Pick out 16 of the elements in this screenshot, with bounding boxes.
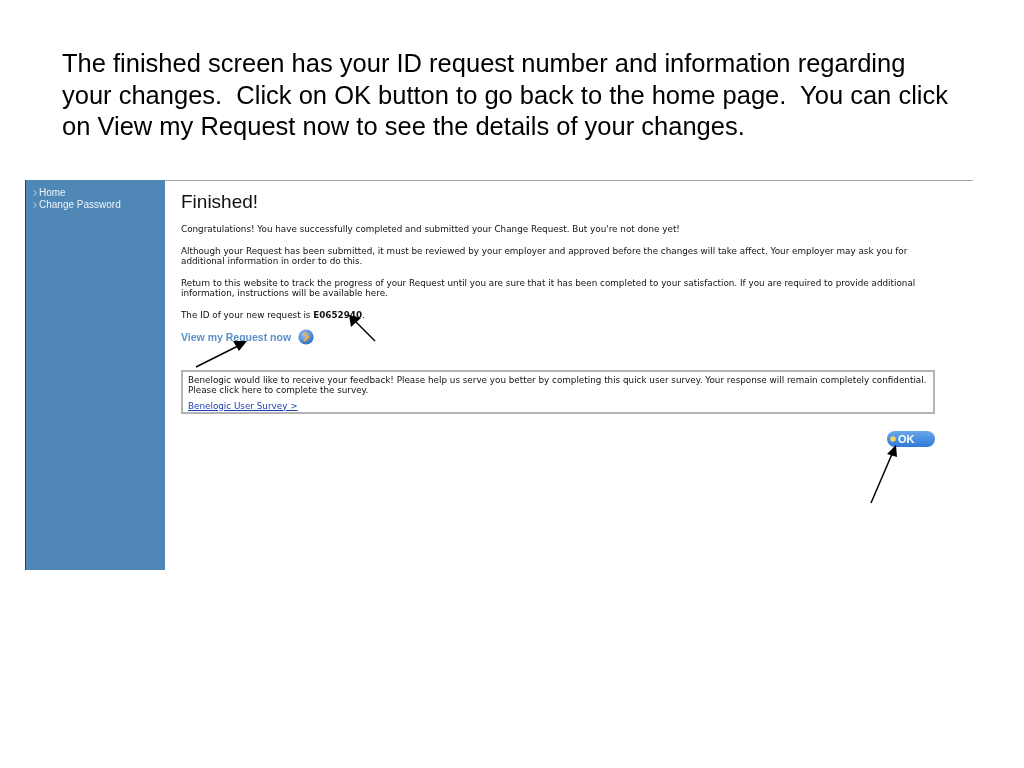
- page-title: Finished!: [181, 190, 260, 213]
- survey-link[interactable]: Benelogic User Survey >: [188, 400, 298, 411]
- sidebar-link[interactable]: Change Password: [26, 198, 121, 211]
- message-text: Congratulations! You have successfully completed and submitted your Change Request. But you're not done yet!: [181, 223, 681, 234]
- slide-caption: The finished screen has your ID request number and information regarding your changes. Click on OK button to go back to the home page. You can click on View my Request now to see the details of your changes.: [61, 48, 949, 142]
- survey-message: Benelogic would like to receive your feedback! Please help us serve you better by completing this quick user survey. Your response will remain completely confidential. Please click here to complete the survey.: [188, 374, 928, 395]
- message-text: Return to this website to track the progress of your Request until you are sure that it has been completed to your satisfaction. If you are required to provide additional information, instructions will be available here.: [181, 277, 917, 298]
- annotation-arrow: [195, 341, 247, 368]
- annotation-arrow: [870, 445, 897, 504]
- ok-button[interactable]: OK: [887, 430, 935, 447]
- view-request-link[interactable]: View my Request now: [181, 328, 315, 345]
- dot-icon: [890, 435, 896, 442]
- message-text: The ID of your new request is E0652940.: [181, 309, 366, 320]
- sidebar-link[interactable]: Home: [26, 186, 66, 199]
- message-text: Although your Request has been submitted, it must be reviewed by your employer and approved before the changes will take affect. Your employer may ask you for additional information in order to do this.: [181, 245, 909, 266]
- arrow-circle-icon: [298, 328, 315, 345]
